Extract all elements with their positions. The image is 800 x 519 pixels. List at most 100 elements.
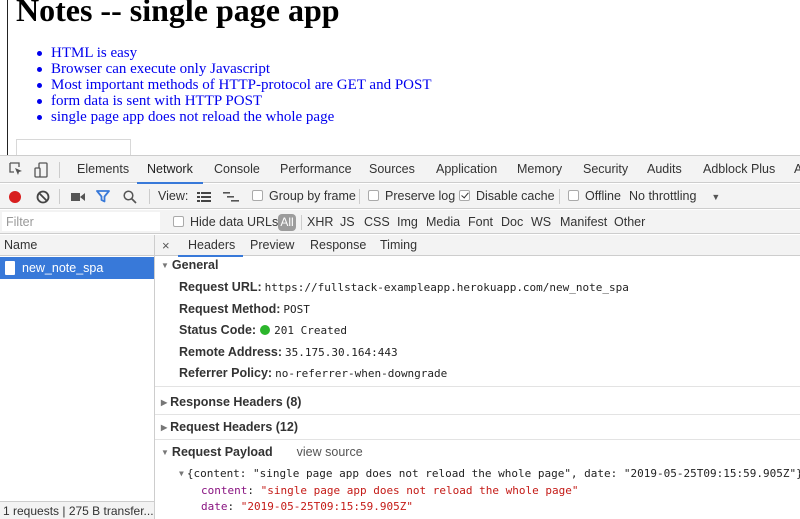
network-toolbar: View: Group by frame Preserve log Disabl… (0, 184, 800, 209)
filter-bar: Hide data URLs All XHR JS CSS Img Media … (0, 210, 800, 234)
devtools-tabbar: Elements Network Console Performance Sou… (0, 156, 800, 184)
tab-audits[interactable]: Audits (647, 156, 682, 183)
collapsed-triangle-icon: ▶ (161, 423, 168, 432)
view-source-link[interactable]: view source (297, 445, 363, 459)
tab-preview[interactable]: Preview (250, 235, 294, 256)
devtools-panel: Elements Network Console Performance Sou… (0, 155, 800, 519)
tab-memory[interactable]: Memory (517, 156, 562, 183)
payload-field-content: content: "single page app does not reloa… (201, 484, 579, 497)
payload-object-summary[interactable]: ▼ {content: "single page app does not rel… (179, 467, 800, 480)
section-divider (155, 386, 800, 387)
filter-type-other[interactable]: Other (614, 210, 645, 234)
checkbox-icon (368, 190, 379, 201)
payload-field-date: date: "2019-05-25T09:15:59.905Z" (201, 500, 413, 513)
record-icon[interactable] (8, 190, 22, 204)
hide-data-urls-checkbox[interactable]: Hide data URLs (173, 210, 278, 234)
bullet-icon (37, 67, 42, 72)
bullet-icon (37, 115, 42, 120)
inspect-element-icon[interactable] (9, 162, 24, 180)
waterfall-icon[interactable] (223, 192, 239, 202)
expanded-triangle-icon: ▼ (179, 469, 184, 478)
request-row[interactable]: new_note_spa (0, 257, 154, 279)
filter-type-font[interactable]: Font (468, 210, 493, 234)
filter-type-doc[interactable]: Doc (501, 210, 523, 234)
notes-list: HTML is easy Browser can execute only Ja… (36, 45, 432, 125)
tab-headers[interactable]: Headers (177, 235, 244, 257)
tab-timing[interactable]: Timing (380, 235, 417, 256)
dropdown-arrow-icon: ▼ (711, 192, 721, 202)
referrer-policy-row: Referrer Policy: no-referrer-when-downgra… (179, 366, 448, 380)
tab-adblock-plus[interactable]: Adblock Plus (703, 156, 775, 183)
status-ok-icon (260, 325, 271, 335)
filter-type-img[interactable]: Img (397, 210, 418, 234)
network-summary-status: 1 requests | 275 B transfer... (0, 501, 154, 519)
remote-address-row: Remote Address: 35.175.30.164:443 (179, 345, 398, 359)
video-camera-icon[interactable] (71, 192, 85, 202)
filter-type-ws[interactable]: WS (531, 210, 551, 234)
filter-type-media[interactable]: Media (426, 210, 460, 234)
tab-security[interactable]: Security (583, 156, 628, 183)
tab-overflow[interactable]: A (794, 156, 800, 183)
bullet-icon (37, 99, 42, 104)
clear-icon[interactable] (36, 190, 50, 204)
checkbox-checked-icon (459, 190, 470, 201)
disable-cache-checkbox[interactable]: Disable cache (459, 184, 555, 209)
bullet-icon (37, 51, 42, 56)
section-divider (155, 414, 800, 415)
offline-checkbox[interactable]: Offline (568, 184, 621, 209)
details-tabbar: × Headers Preview Response Timing (155, 235, 800, 257)
filter-input[interactable] (2, 212, 160, 231)
request-details-pane: × Headers Preview Response Timing ▼ Gener… (155, 235, 800, 519)
note-item: Most important methods of HTTP-protocol … (36, 77, 432, 93)
name-column-header[interactable]: Name (0, 235, 154, 256)
tab-sources[interactable]: Sources (369, 156, 415, 183)
group-by-frame-checkbox[interactable]: Group by frame (252, 184, 356, 209)
toolbar-separator (149, 189, 150, 204)
tab-network[interactable]: Network (137, 156, 203, 184)
toolbar-separator (559, 189, 560, 204)
request-method-row: Request Method: POST (179, 302, 310, 316)
request-list-pane: Name new_note_spa 1 requests | 275 B tra… (0, 235, 155, 519)
general-section-toggle[interactable]: ▼ General (161, 258, 218, 272)
filter-icon[interactable] (96, 190, 110, 203)
note-item: form data is sent with HTTP POST (36, 93, 432, 109)
status-code-row: Status Code: 201 Created (179, 323, 347, 337)
tabbar-separator (59, 162, 60, 178)
note-item: HTML is easy (36, 45, 432, 61)
tab-response[interactable]: Response (310, 235, 366, 256)
large-rows-icon[interactable] (197, 192, 211, 202)
note-item: Browser can execute only Javascript (36, 61, 432, 77)
filter-type-css[interactable]: CSS (364, 210, 390, 234)
document-icon (5, 261, 15, 275)
filter-separator (301, 215, 302, 230)
checkbox-icon (173, 216, 184, 227)
checkbox-icon (568, 190, 579, 201)
request-url-row: Request URL: https://fullstack-exampleapp… (179, 280, 629, 294)
filter-type-manifest[interactable]: Manifest (560, 210, 607, 234)
response-headers-toggle[interactable]: ▶ Response Headers (8) (161, 395, 301, 409)
filter-type-js[interactable]: JS (340, 210, 355, 234)
page-title: Notes -- single page app (16, 0, 340, 28)
tab-console[interactable]: Console (214, 156, 260, 183)
request-headers-toggle[interactable]: ▶ Request Headers (12) (161, 420, 298, 434)
expanded-triangle-icon: ▼ (161, 261, 169, 270)
filter-type-xhr[interactable]: XHR (307, 210, 333, 234)
preserve-log-checkbox[interactable]: Preserve log (368, 184, 455, 209)
request-payload-toggle[interactable]: ▼ Request Payload view source (161, 445, 363, 459)
toolbar-separator (59, 189, 60, 204)
toolbar-separator (359, 189, 360, 204)
search-icon[interactable] (123, 190, 137, 204)
note-item: single page app does not reload the whol… (36, 109, 432, 125)
bullet-icon (37, 83, 42, 88)
device-toolbar-icon[interactable] (34, 162, 48, 181)
expanded-triangle-icon: ▼ (161, 448, 169, 457)
section-divider (155, 439, 800, 440)
tab-performance[interactable]: Performance (280, 156, 352, 183)
throttling-select[interactable]: No throttling ▼ (629, 184, 720, 209)
tab-application[interactable]: Application (436, 156, 497, 183)
view-label: View: (158, 189, 189, 203)
close-icon[interactable]: × (162, 235, 170, 256)
filter-type-all[interactable]: All (278, 214, 296, 231)
tab-elements[interactable]: Elements (77, 156, 129, 183)
web-page: Notes -- single page app HTML is easy Br… (0, 0, 800, 157)
